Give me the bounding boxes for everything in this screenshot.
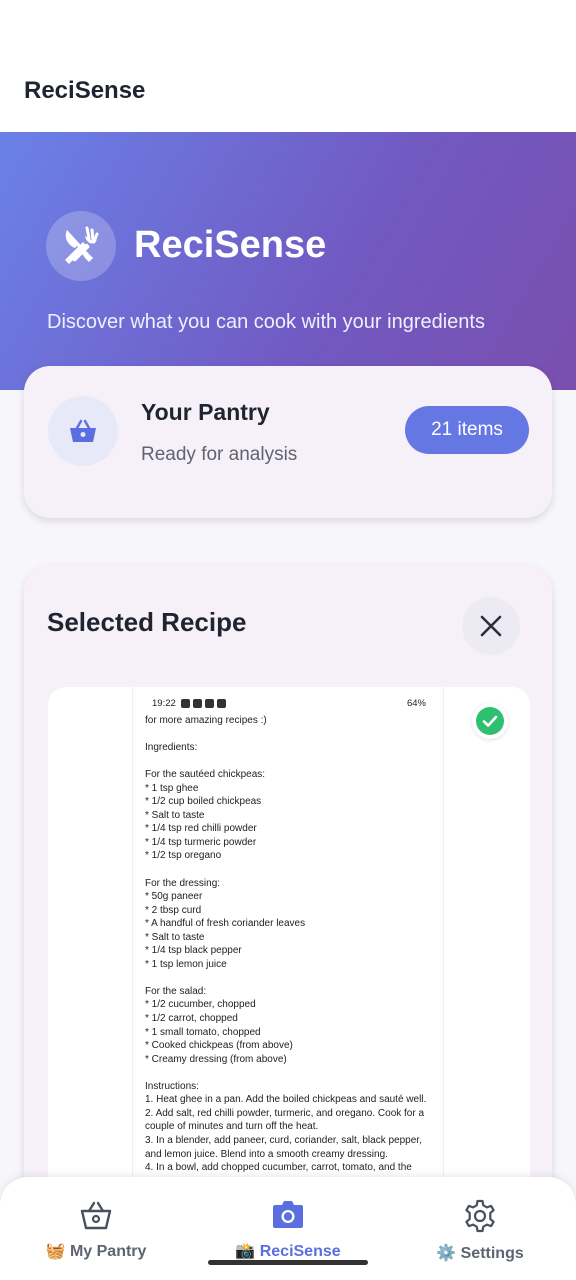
recipe-text-line: 3. In a blender, add paneer, curd, coria… [145, 1134, 422, 1146]
hero-banner: ReciSense Discover what you can cook wit… [0, 132, 576, 390]
hero-subtitle: Discover what you can cook with your ing… [47, 311, 485, 333]
nav-label-my-pantry: 🧺 My Pantry [45, 1243, 147, 1260]
pantry-count-badge[interactable]: 21 items [405, 406, 529, 454]
nav-item-recisense[interactable]: 📸 ReciSense [192, 1199, 384, 1261]
recipe-text-line: For the sautéed chickpeas: [145, 769, 266, 781]
basket-icon [48, 396, 118, 466]
recipe-text-line: For the dressing: [145, 877, 221, 889]
recipe-text-line: * Creamy dressing (from above) [145, 1053, 287, 1065]
recipe-text-line: * Salt to taste [145, 931, 205, 943]
screenshot-battery: 64% [406, 698, 426, 709]
nav-item-settings[interactable]: ⚙️ Settings [384, 1199, 576, 1263]
recipe-text-line: for more amazing recipes :) [145, 715, 267, 726]
nav-item-my-pantry[interactable]: 🧺 My Pantry [0, 1199, 192, 1261]
recipe-text-line: * 50g paneer [145, 891, 203, 903]
nav-label-settings: ⚙️ Settings [436, 1245, 524, 1262]
hero-title: ReciSense [134, 224, 327, 266]
recipe-image[interactable]: 19:22 64% for more amazing recipes :) Ing… [48, 687, 530, 1247]
recipe-text-line: * 2 tbsp curd [145, 904, 202, 916]
recipe-text-line: * 1/2 tsp oregano [145, 850, 222, 862]
app-bar: ReciSense [0, 0, 576, 132]
recipe-text-line [145, 971, 437, 985]
recipe-text-line [145, 1066, 437, 1080]
camera-icon [273, 1201, 303, 1228]
app-bar-title: ReciSense [24, 77, 146, 104]
recipe-text-line: Ingredients: [145, 742, 198, 754]
recipe-text-line [145, 728, 437, 742]
nav-label-recisense: 📸 ReciSense [235, 1243, 341, 1260]
recipe-text-line: * A handful of fresh coriander leaves [145, 918, 306, 930]
check-circle-icon [472, 703, 508, 739]
recipe-text-line: * 1 small tomato, chopped [145, 1026, 261, 1038]
recipe-text-line: * 1/2 carrot, chopped [145, 1013, 238, 1025]
status-notification-icons [181, 699, 226, 708]
recipe-text-line: * 1 tsp ghee [145, 782, 199, 794]
recipe-text-line: and lemon juice. Blend into a smooth cre… [145, 1148, 388, 1160]
recipe-text-line: 4. In a bowl, add chopped cucumber, carr… [145, 1162, 412, 1174]
bottom-navigation: 🧺 My Pantry 📸 ReciSense ⚙️ Settings [0, 1177, 576, 1280]
selected-recipe-card: Selected Recipe 19:22 64% for more amazi… [24, 565, 552, 1265]
recipe-text-line: * Salt to taste [145, 809, 205, 821]
recipe-text-line: * 1/4 tsp red chilli powder [145, 823, 257, 835]
recipe-text-line [145, 755, 437, 769]
fork-knife-icon [46, 211, 116, 281]
pantry-card[interactable]: Your Pantry Ready for analysis 21 items [24, 366, 552, 518]
recipe-text: for more amazing recipes :) Ingredients: F… [145, 714, 437, 1175]
recipe-text-line [145, 863, 437, 877]
recipe-text-line: * 1/4 tsp black pepper [145, 945, 242, 957]
recipe-text-line: * 1/2 cup boiled chickpeas [145, 796, 262, 808]
basket-icon [80, 1201, 112, 1230]
recipe-screenshot: 19:22 64% for more amazing recipes :) Ing… [132, 687, 444, 1247]
selected-recipe-title: Selected Recipe [47, 607, 247, 637]
screenshot-time: 19:22 [152, 698, 176, 709]
recipe-text-line: couple of minutes and turn off the heat. [145, 1121, 319, 1133]
home-indicator[interactable] [208, 1260, 368, 1265]
recipe-text-line: * 1/2 cucumber, chopped [145, 999, 256, 1011]
close-button[interactable] [462, 597, 520, 655]
pantry-title: Your Pantry [141, 399, 270, 425]
recipe-text-line: * Cooked chickpeas (from above) [145, 1040, 293, 1052]
recipe-text-line: * 1 tsp lemon juice [145, 958, 227, 970]
recipe-text-line: 1. Heat ghee in a pan. Add the boiled ch… [145, 1094, 427, 1106]
screenshot-status-bar: 19:22 64% [133, 695, 445, 713]
recipe-text-line: Instructions: [145, 1080, 199, 1092]
recipe-text-line: For the salad: [145, 985, 207, 997]
recipe-text-line: 2. Add salt, red chilli powder, turmeric… [145, 1107, 425, 1119]
pantry-status: Ready for analysis [141, 444, 298, 465]
close-icon [480, 615, 502, 637]
gear-icon [465, 1199, 495, 1233]
recipe-text-line: * 1/4 tsp turmeric powder [145, 836, 257, 848]
